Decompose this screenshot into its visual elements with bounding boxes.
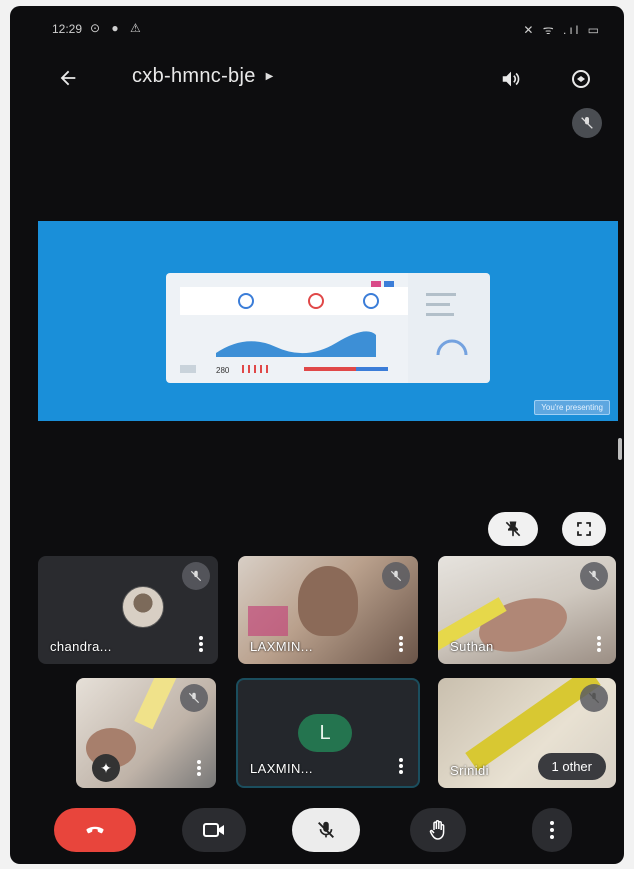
more-options-button[interactable] — [532, 808, 572, 852]
status-time: 12:29 — [52, 22, 83, 36]
unpin-button[interactable] — [488, 512, 538, 546]
participant-tile[interactable]: Suthan — [438, 556, 616, 664]
self-mute-indicator — [572, 108, 602, 138]
others-count-pill[interactable]: 1 other — [537, 753, 606, 780]
video-feed-stripe — [134, 678, 178, 730]
avatar: L — [298, 714, 352, 752]
meeting-header: cxb-hmnc-bje ▶ — [10, 54, 624, 102]
fullscreen-button[interactable] — [562, 512, 606, 546]
mic-off-icon — [581, 117, 593, 129]
more-vert-icon[interactable] — [196, 760, 202, 776]
muted-indicator — [180, 684, 208, 712]
mic-off-icon — [588, 692, 600, 704]
participant-tile[interactable]: Srinidi 1 other — [438, 678, 616, 788]
switch-camera-button[interactable] — [564, 62, 598, 96]
end-call-icon — [86, 826, 104, 834]
muted-indicator — [182, 562, 210, 590]
status-system-icons: ✕ ᯤ .ıl ▭ — [523, 23, 602, 37]
camera-icon — [203, 823, 224, 837]
back-arrow-icon — [60, 70, 76, 86]
end-call-button[interactable] — [54, 808, 136, 852]
participant-name: LAXMIN... — [250, 761, 313, 776]
effects-button[interactable]: ✦ — [92, 754, 120, 782]
fullscreen-icon — [577, 522, 591, 536]
back-button[interactable] — [50, 60, 86, 96]
raise-hand-button[interactable] — [410, 808, 466, 852]
microphone-button[interactable] — [292, 808, 360, 852]
status-notification-icons: ⊙ ● ⚠ — [90, 21, 145, 35]
effects-icon: ✦ — [100, 759, 112, 776]
hand-icon — [429, 820, 445, 840]
more-vert-icon[interactable] — [198, 636, 204, 652]
dashboard-side-panel — [408, 273, 490, 383]
pin-off-icon — [505, 521, 521, 537]
speaker-icon — [502, 71, 520, 87]
video-feed-background — [248, 606, 288, 636]
more-vert-icon[interactable] — [398, 758, 404, 774]
mic-off-icon — [190, 570, 202, 582]
muted-indicator — [580, 684, 608, 712]
audio-output-button[interactable] — [494, 64, 528, 94]
mic-off-icon — [188, 692, 200, 704]
video-feed — [298, 566, 358, 636]
switch-camera-icon — [572, 70, 590, 88]
participant-name: chandra... — [50, 639, 112, 654]
participant-name: LAXMIN... — [250, 639, 313, 654]
shared-dashboard-thumbnail: 280 — [166, 273, 490, 383]
screen-share-view[interactable]: 280 You're presenting — [38, 221, 618, 421]
caret-right-icon: ▶ — [265, 71, 274, 82]
presenting-badge: You're presenting — [534, 400, 610, 415]
avatar — [122, 586, 164, 628]
muted-indicator — [382, 562, 410, 590]
meeting-title[interactable]: cxb-hmnc-bje ▶ — [132, 65, 274, 88]
participant-tile[interactable]: ✦ — [76, 678, 216, 788]
scrollbar[interactable] — [618, 438, 622, 460]
participant-name: Srinidi — [450, 763, 489, 778]
participant-name: Suthan — [450, 639, 494, 654]
call-controls — [10, 798, 624, 864]
status-bar: 12:29 ⊙ ● ⚠ ✕ ᯤ .ıl ▭ — [10, 6, 624, 46]
dashboard-number: 280 — [216, 366, 230, 375]
mic-off-icon — [390, 570, 402, 582]
muted-indicator — [580, 562, 608, 590]
participant-tile[interactable]: LAXMIN... — [238, 556, 418, 664]
participant-tile-active[interactable]: L LAXMIN... — [236, 678, 420, 788]
mic-off-icon — [318, 821, 334, 838]
more-vert-icon[interactable] — [398, 636, 404, 652]
mic-off-icon — [588, 570, 600, 582]
camera-button[interactable] — [182, 808, 246, 852]
more-vert-icon — [550, 821, 554, 839]
meeting-code: cxb-hmnc-bje — [132, 65, 256, 87]
more-vert-icon[interactable] — [596, 636, 602, 652]
phone-screen: 12:29 ⊙ ● ⚠ ✕ ᯤ .ıl ▭ cxb-hmnc-bje ▶ 280… — [10, 6, 624, 864]
participant-tile[interactable]: chandra... — [38, 556, 218, 664]
